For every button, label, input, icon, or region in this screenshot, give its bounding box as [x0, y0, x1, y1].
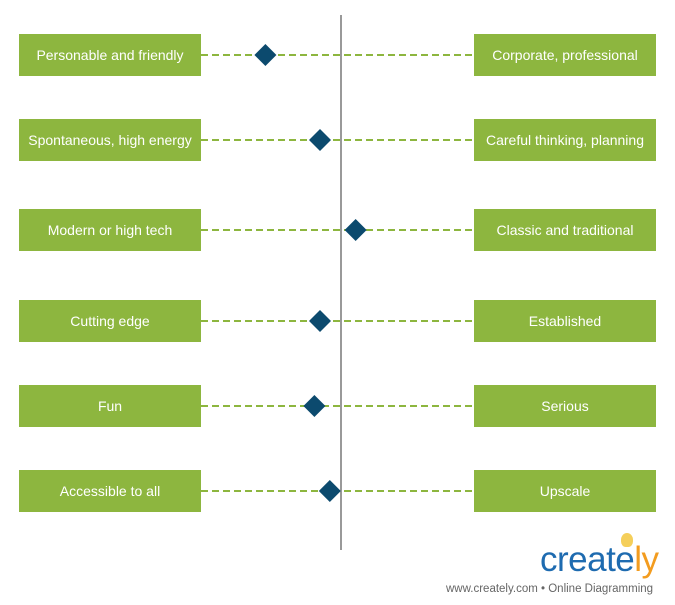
right-trait-box: Serious [474, 385, 656, 427]
logo-main: create [540, 540, 635, 579]
right-trait-box: Careful thinking, planning [474, 119, 656, 161]
rating-marker[interactable] [303, 395, 326, 417]
left-trait-box: Spontaneous, high energy [19, 119, 201, 161]
right-trait-box: Upscale [474, 470, 656, 512]
right-trait-box: Established [474, 300, 656, 342]
rating-marker[interactable] [344, 219, 367, 241]
right-trait-box: Corporate, professional [474, 34, 656, 76]
left-trait-box: Cutting edge [19, 300, 201, 342]
diagram-canvas: Personable and friendly Corporate, profes… [0, 0, 675, 605]
creately-logo: creately [540, 540, 659, 580]
tagline: www.creately.com • Online Diagramming [446, 583, 654, 595]
left-trait-box: Fun [19, 385, 201, 427]
rating-marker[interactable] [254, 44, 277, 66]
rating-marker[interactable] [309, 310, 331, 332]
rating-marker[interactable] [309, 129, 331, 151]
left-trait-box: Accessible to all [19, 470, 201, 512]
right-trait-box: Classic and traditional [474, 209, 656, 251]
left-trait-box: Personable and friendly [19, 34, 201, 76]
rating-marker[interactable] [318, 480, 341, 502]
left-trait-box: Modern or high tech [19, 209, 201, 251]
logo-accent: ly [634, 540, 659, 579]
